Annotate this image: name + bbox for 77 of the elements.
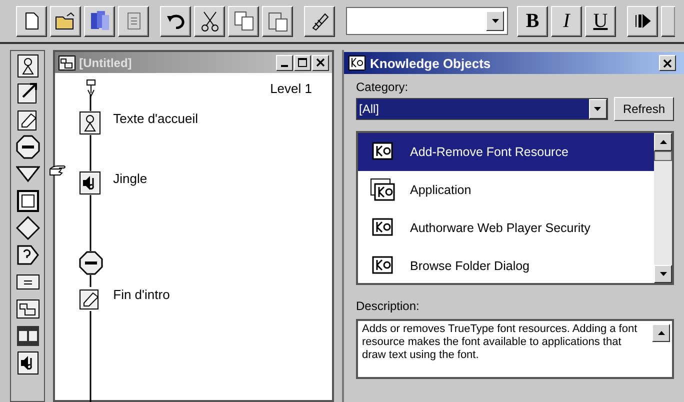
- knowledge-object-icon: [348, 55, 366, 71]
- scroll-up-icon: [660, 140, 666, 144]
- new-file-icon: [24, 12, 38, 30]
- level-label: Level 1: [270, 81, 312, 96]
- maximize-icon: [298, 58, 307, 67]
- category-dropdown[interactable]: [All]: [356, 98, 608, 120]
- font-style-button[interactable]: U: [585, 6, 616, 36]
- close-button[interactable]: [312, 54, 329, 70]
- open-folder-icon: [54, 12, 76, 30]
- toolbar-button[interactable]: [194, 6, 225, 36]
- list-item[interactable]: Application: [358, 171, 654, 209]
- font-style-button[interactable]: I: [551, 6, 582, 36]
- scroll-thumb[interactable]: [654, 151, 672, 161]
- paste-icon: [266, 10, 288, 32]
- close-icon: [663, 58, 672, 68]
- font-dropdown[interactable]: [346, 7, 508, 35]
- knowledge-object-icon: [372, 218, 394, 238]
- toolbar-button[interactable]: [228, 6, 259, 36]
- dropdown-arrow-icon: [492, 19, 498, 23]
- description-text: Adds or removes TrueType font resources. Adding a font resource makes the font available to applications that draw text using the font.: [362, 323, 638, 364]
- sound-icon: [79, 171, 102, 195]
- eraser-icon: [79, 287, 102, 311]
- copy-icon: [232, 10, 254, 32]
- list-item[interactable]: Authorware Web Player Security: [358, 209, 654, 247]
- toolbar-button[interactable]: [84, 6, 115, 36]
- scissors-icon: [200, 10, 220, 32]
- list-item[interactable]: Browse Folder Dialog: [358, 247, 654, 285]
- interaction-icon: [16, 243, 40, 267]
- toolbar-button[interactable]: [627, 6, 658, 36]
- icon-label: Fin d'intro: [113, 286, 170, 302]
- description-label: Description:: [356, 299, 420, 313]
- display-icon: [79, 111, 102, 135]
- window-title: [Untitled]: [79, 56, 133, 70]
- film-icon: [16, 325, 40, 347]
- toolbar-button[interactable]: [160, 6, 191, 36]
- icon-label: Jingle: [113, 170, 148, 186]
- dropdown-arrow-icon: [594, 107, 602, 111]
- framework-icon: [16, 189, 40, 213]
- diamond-icon: [16, 216, 40, 240]
- maximize-button[interactable]: [294, 54, 311, 70]
- minimize-icon: [281, 64, 288, 66]
- toolbar-button[interactable]: [50, 6, 81, 36]
- octagon-icon: [16, 135, 40, 159]
- map-icon: [16, 298, 40, 320]
- pencil-icon: [310, 11, 330, 31]
- knowledge-object-stack-icon: [370, 178, 396, 202]
- toolbar-button[interactable]: [304, 6, 335, 36]
- library-icon: [88, 10, 110, 32]
- knowledge-object-icon: [372, 256, 394, 276]
- calculation-icon: [16, 273, 40, 291]
- scrollbar[interactable]: [654, 133, 672, 283]
- minimize-button[interactable]: [276, 54, 293, 70]
- map-icon: [58, 54, 76, 70]
- list-item[interactable]: Add-Remove Font Resource: [358, 133, 654, 171]
- icon-label: Texte d'accueil: [113, 110, 198, 126]
- category-label: Category:: [356, 80, 410, 94]
- window-title: Knowledge Objects: [370, 56, 492, 70]
- toolbar-button[interactable]: [16, 6, 47, 36]
- display-icon: [16, 54, 39, 78]
- refresh-button[interactable]: Refresh: [614, 97, 674, 121]
- knowledge-object-icon: [372, 142, 394, 162]
- font-style-button[interactable]: B: [517, 6, 548, 36]
- start-flag-icon: [86, 79, 96, 99]
- toolbar-button[interactable]: [262, 6, 293, 36]
- sound-icon: [16, 351, 39, 375]
- scroll-up-icon: [658, 331, 664, 335]
- play-icon: [634, 14, 650, 28]
- toolbar-button[interactable]: [118, 6, 149, 36]
- eraser-icon: [16, 108, 39, 132]
- close-icon: [316, 58, 325, 67]
- close-button[interactable]: [659, 55, 676, 71]
- octagon-icon: [79, 251, 104, 275]
- triangle-icon: [16, 165, 40, 183]
- document-icon: [124, 11, 142, 31]
- animation-icon: [16, 81, 39, 105]
- undo-icon: [166, 13, 186, 29]
- scroll-down-icon: [660, 272, 666, 276]
